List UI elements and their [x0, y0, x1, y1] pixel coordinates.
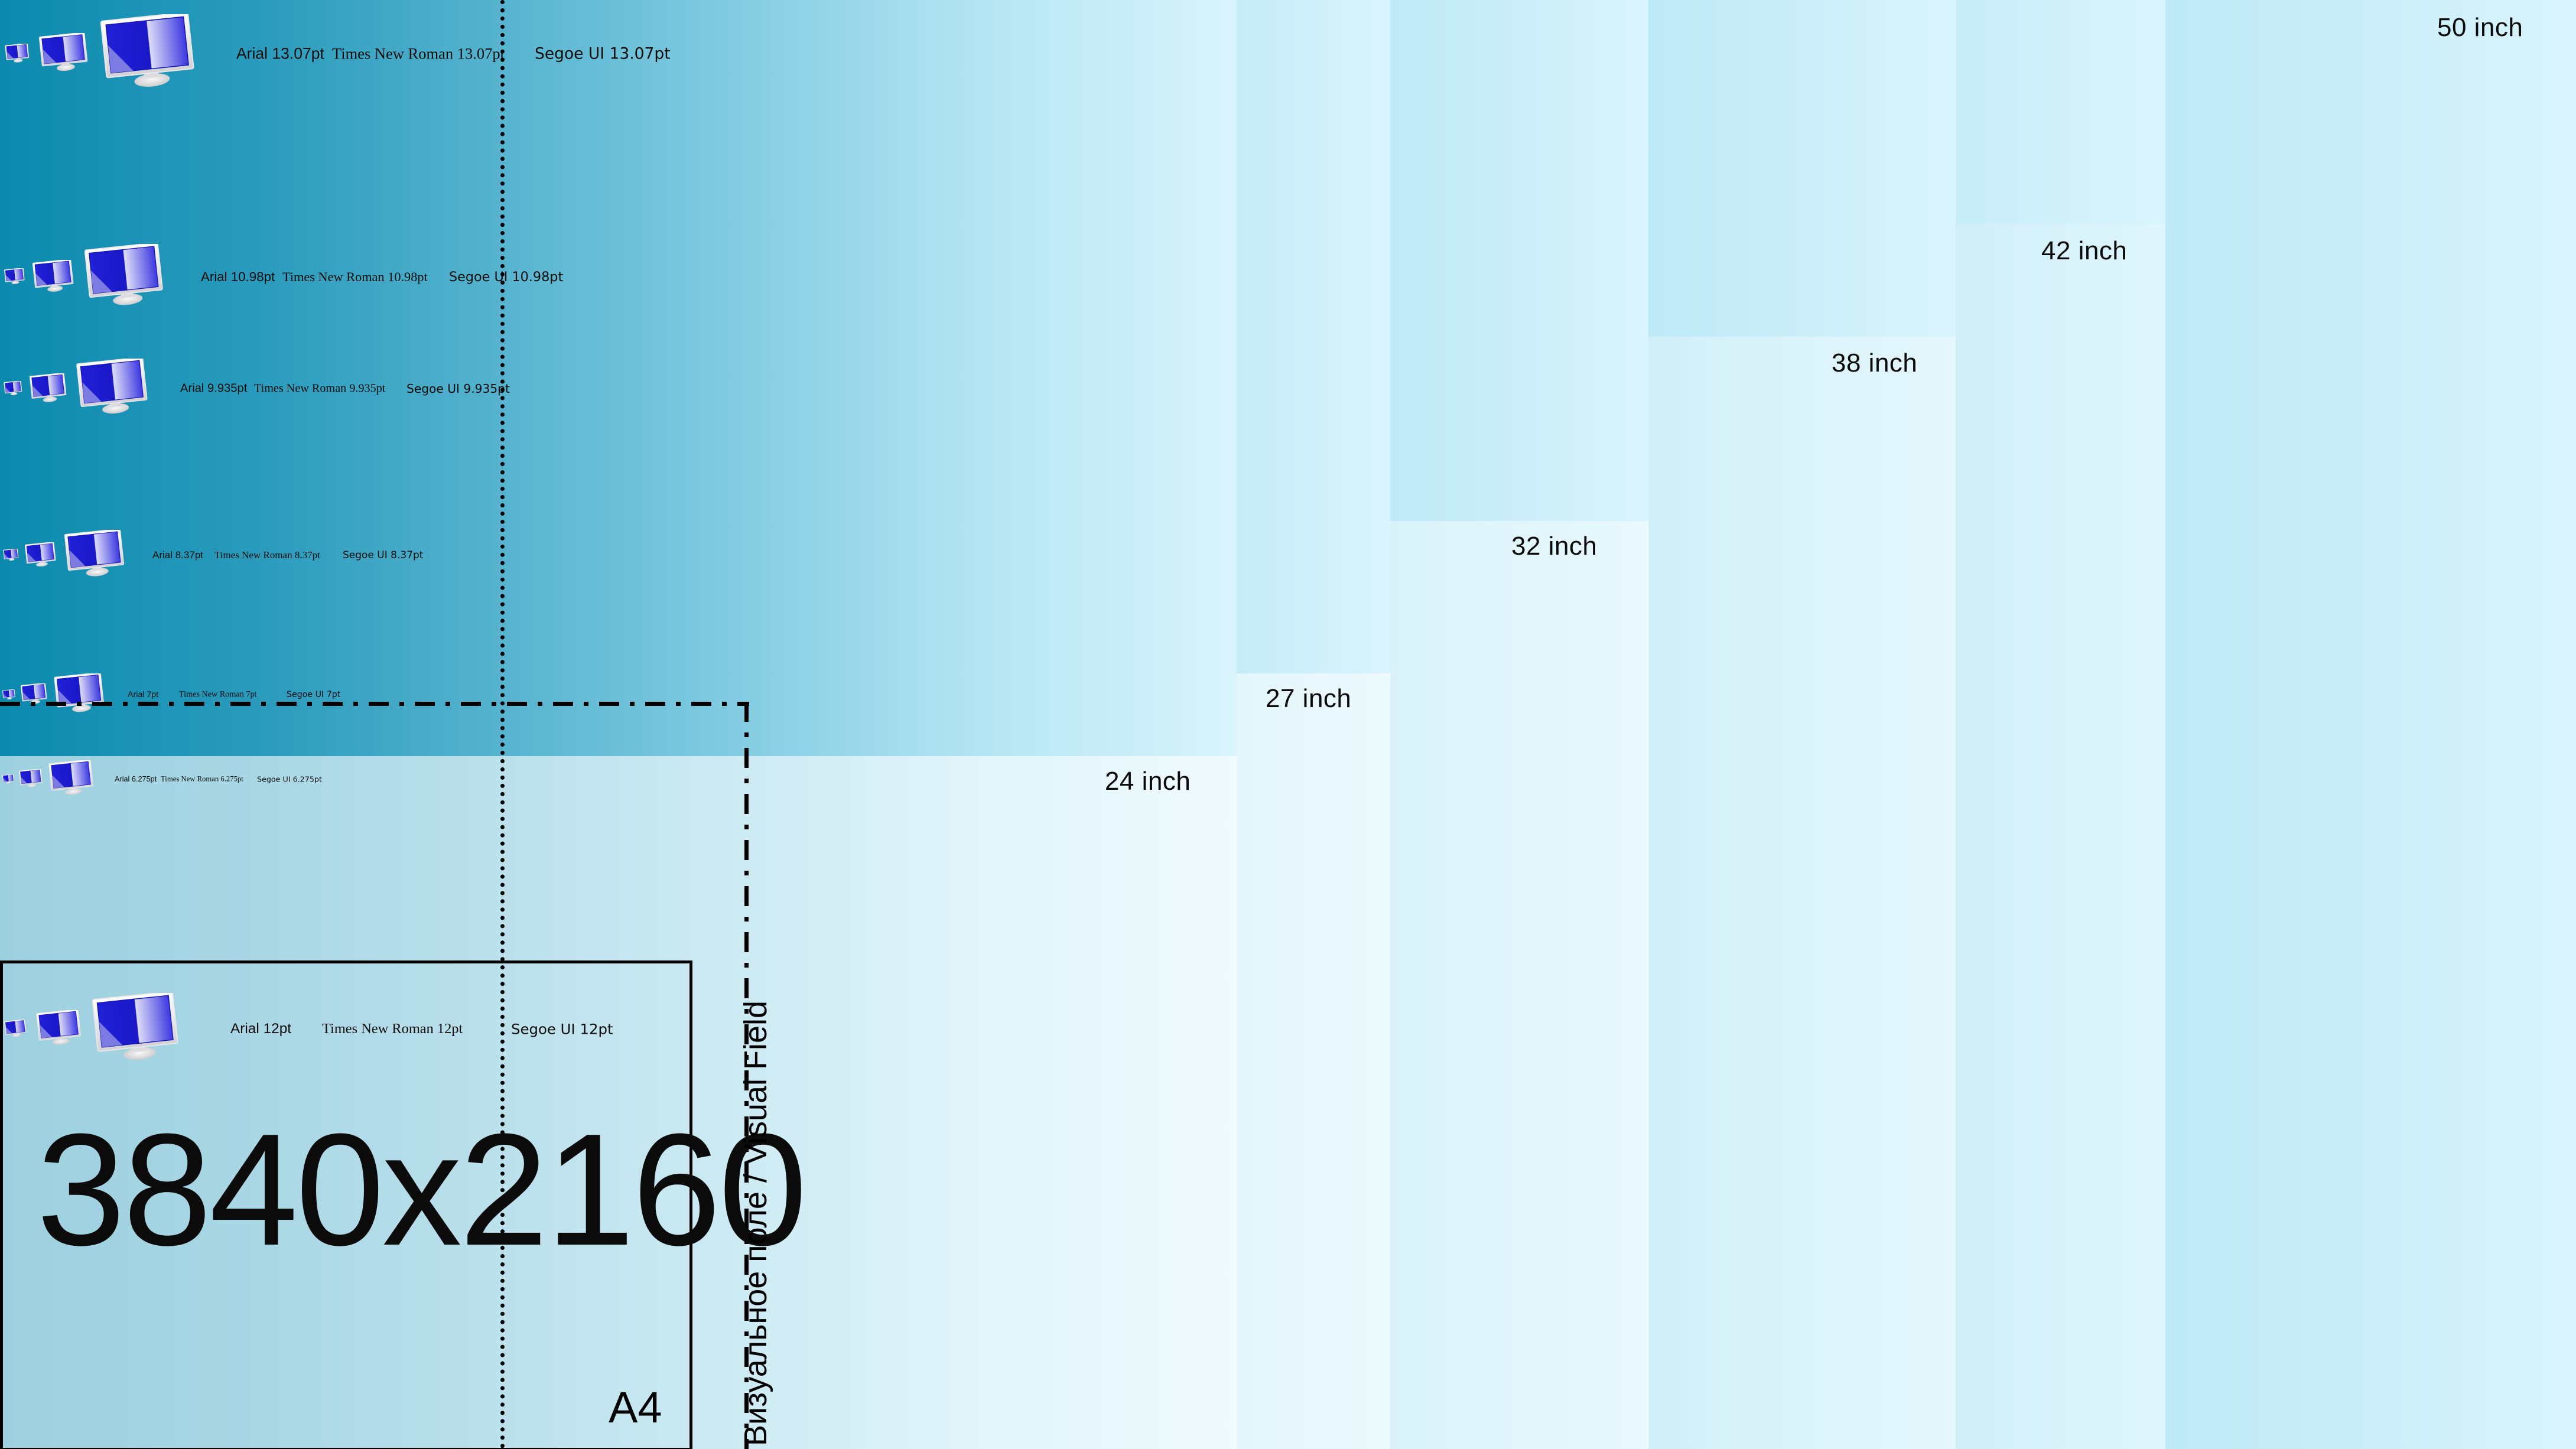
font-sample-times-new-roman: Times New Roman 6.275pt — [161, 774, 243, 783]
monitor-icon-wrapper — [32, 259, 74, 296]
font-sample-arial: Arial 9.935pt — [180, 382, 248, 395]
font-sample-times-new-roman: Times New Roman 7pt — [179, 689, 257, 699]
monitor-icon-wrapper — [4, 380, 22, 399]
font-sample-segoe-ui: Segoe UI 13.07pt — [535, 44, 671, 63]
font-sample-arial: Arial 10.98pt — [201, 269, 275, 284]
monitor-icon — [54, 672, 104, 712]
monitor-icon — [25, 541, 56, 566]
monitor-icon-wrapper — [5, 43, 30, 66]
monitor-icon-wrapper — [48, 759, 94, 799]
monitor-icon-wrapper — [2, 774, 14, 787]
monitor-icon — [2, 689, 16, 699]
monitor-icon-wrapper — [84, 242, 164, 311]
monitor-icon — [30, 372, 67, 402]
font-sample-segoe-ui: Segoe UI 7pt — [287, 690, 341, 699]
font-sample-arial: Arial 8.37pt — [152, 549, 203, 561]
monitor-icon — [32, 259, 74, 292]
a4-label: A4 — [609, 1383, 662, 1432]
monitor-icon — [18, 769, 43, 788]
monitor-icon-wrapper — [64, 528, 125, 581]
monitor-icon — [4, 380, 22, 395]
monitor-icon — [5, 43, 30, 63]
visual-field-line-horizontal — [0, 702, 749, 706]
monitor-icon — [2, 774, 14, 784]
monitor-icon — [4, 268, 25, 285]
monitor-icon-wrapper — [100, 12, 195, 93]
font-sample-segoe-ui: Segoe UI 8.37pt — [343, 549, 424, 561]
monitor-icon-wrapper — [4, 268, 25, 288]
monitor-icon-wrapper — [2, 689, 16, 703]
monitor-icon — [76, 357, 148, 414]
monitor-icon — [100, 12, 194, 87]
font-sample-segoe-ui: Segoe UI 10.98pt — [449, 269, 564, 285]
screen-size-comparison-canvas: 50 inch 42 inch 38 inch 32 inch 27 inch … — [0, 0, 2576, 1449]
font-sample-arial: Arial 13.07pt — [236, 44, 324, 63]
monitor-icon-wrapper — [38, 32, 88, 76]
font-sample-segoe-ui: Segoe UI 9.935pt — [406, 382, 510, 396]
font-sample-arial: Arial 6.275pt — [115, 775, 157, 783]
monitor-icon — [64, 528, 124, 577]
font-sample-times-new-roman: Times New Roman 9.935pt — [254, 382, 386, 395]
monitor-icon-wrapper — [54, 672, 105, 717]
monitor-icon-wrapper — [76, 357, 148, 419]
monitor-icon-wrapper — [25, 541, 56, 571]
monitor-icon-wrapper — [18, 769, 43, 791]
font-sample-times-new-roman: Times New Roman 10.98pt — [282, 269, 428, 284]
monitor-icon — [48, 759, 93, 795]
font-sample-arial: Arial 7pt — [128, 690, 159, 699]
monitor-icon — [84, 242, 163, 305]
monitor-icon-wrapper — [30, 372, 67, 406]
font-sample-times-new-roman: Times New Roman 13.07pt — [332, 44, 505, 63]
monitor-icon — [3, 548, 19, 561]
font-sample-segoe-ui: Segoe UI 6.275pt — [257, 774, 322, 784]
monitor-icon-wrapper — [3, 548, 19, 564]
monitor-icon — [38, 32, 88, 71]
visual-field-label: Визуальное поле / Visual Field — [738, 1000, 773, 1446]
font-sample-times-new-roman: Times New Roman 8.37pt — [214, 549, 320, 561]
resolution-label: 3840x2160 — [37, 1101, 807, 1279]
